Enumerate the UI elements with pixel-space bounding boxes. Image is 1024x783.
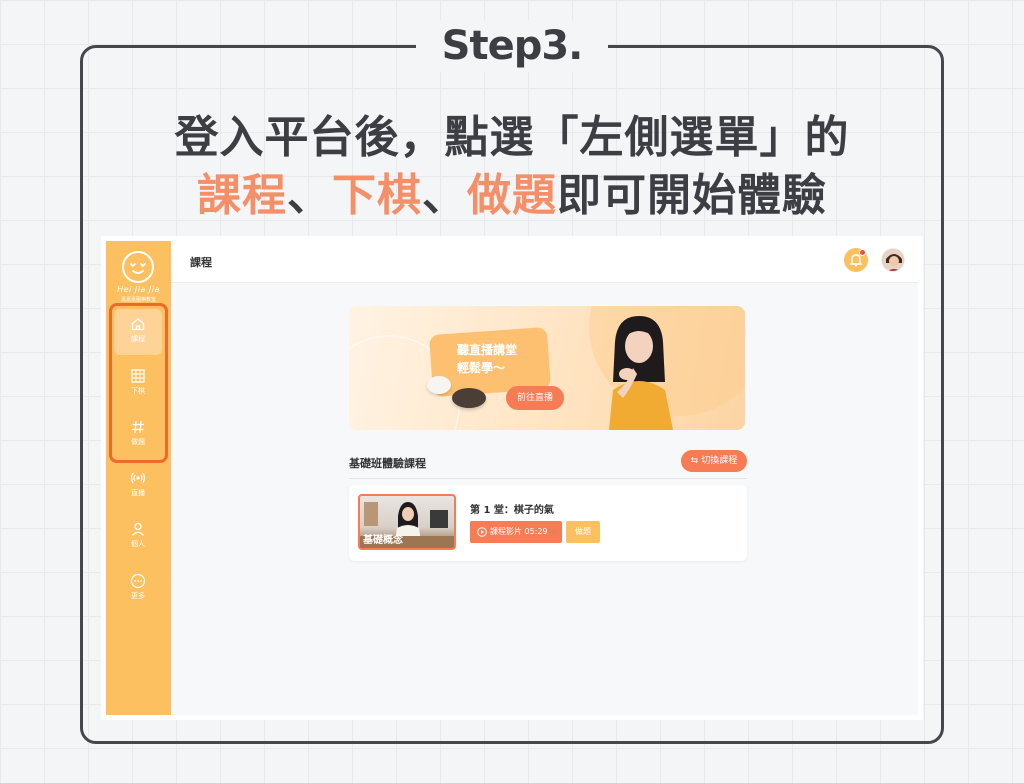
headline-separator: 、: [422, 170, 467, 221]
app-window: Hei Jia Jia 黑嘉嘉圍棋教室 課程 下棋 做題 直播 個人 更多 課程…: [106, 241, 918, 715]
switch-course-label: 切換課程: [701, 456, 738, 466]
headline-rest: 即可開始體驗: [557, 170, 827, 221]
headline-highlight-courses: 課程: [197, 170, 287, 221]
nav-highlight-box: [109, 303, 168, 463]
black-stone-icon: [452, 388, 486, 408]
sidebar-item-profile[interactable]: 個人: [114, 514, 162, 560]
live-banner[interactable]: 聽直播講堂 輕鬆學～ 前往直播: [349, 306, 745, 430]
presenter-image: [609, 316, 673, 430]
go-live-button[interactable]: 前往直播: [506, 386, 564, 410]
section-divider: [349, 478, 747, 479]
person-icon: [132, 522, 144, 536]
smiley-logo-icon[interactable]: [122, 251, 154, 283]
topbar: 課程: [171, 241, 918, 283]
headline-line-1: 登入平台後，點選「左側選單」的: [174, 112, 850, 163]
lesson-video-label: 課程影片 05:29: [490, 527, 548, 536]
lesson-thumbnail[interactable]: 基礎概念: [358, 494, 456, 550]
sidebar-item-label: 個人: [131, 540, 145, 548]
section-title: 基礎班體驗課程: [349, 457, 426, 470]
headline-highlight-exercises: 做題: [467, 170, 557, 221]
step-title: Step3.: [416, 20, 608, 72]
swap-icon: ⇆: [690, 456, 702, 466]
lesson-card[interactable]: 基礎概念 第 1 堂：棋子的氣 課程影片 05:29 做題: [349, 485, 747, 561]
user-avatar[interactable]: [881, 248, 905, 272]
thumbnail-caption: 基礎概念: [363, 535, 403, 546]
notification-dot: [859, 249, 866, 256]
broadcast-icon: [130, 472, 146, 484]
lesson-video-button[interactable]: 課程影片 05:29: [470, 521, 562, 543]
lesson-title: 第 1 堂：棋子的氣: [470, 505, 554, 516]
sidebar-item-label: 更多: [131, 592, 145, 600]
banner-line-2: 輕鬆學～: [457, 361, 506, 375]
banner-line-1: 聽直播講堂: [457, 343, 518, 357]
headline-separator: 、: [287, 170, 332, 221]
notification-button[interactable]: [844, 248, 868, 272]
banner-text: 聽直播講堂 輕鬆學～: [457, 341, 517, 377]
play-circle-icon: [477, 527, 487, 537]
headline-highlight-play: 下棋: [332, 170, 422, 221]
page-title: 課程: [190, 256, 212, 269]
switch-course-button[interactable]: ⇆ 切換課程: [681, 450, 747, 472]
brand-tagline: 黑嘉嘉圍棋教室: [120, 297, 156, 303]
brand-name: Hei Jia Jia: [117, 285, 160, 294]
white-stone-icon: [427, 376, 451, 394]
headline-line-2: 課程、下棋、做題即可開始體驗: [100, 168, 924, 224]
sidebar-item-live[interactable]: 直播: [114, 463, 162, 509]
app-screenshot: Hei Jia Jia 黑嘉嘉圍棋教室 課程 下棋 做題 直播 個人 更多 課程…: [101, 236, 923, 720]
sidebar: Hei Jia Jia 黑嘉嘉圍棋教室 課程 下棋 做題 直播 個人 更多: [106, 241, 171, 715]
more-icon: [130, 573, 146, 589]
lesson-quiz-button[interactable]: 做題: [566, 521, 600, 543]
sidebar-item-label: 直播: [131, 489, 145, 497]
sidebar-item-more[interactable]: 更多: [114, 566, 162, 612]
